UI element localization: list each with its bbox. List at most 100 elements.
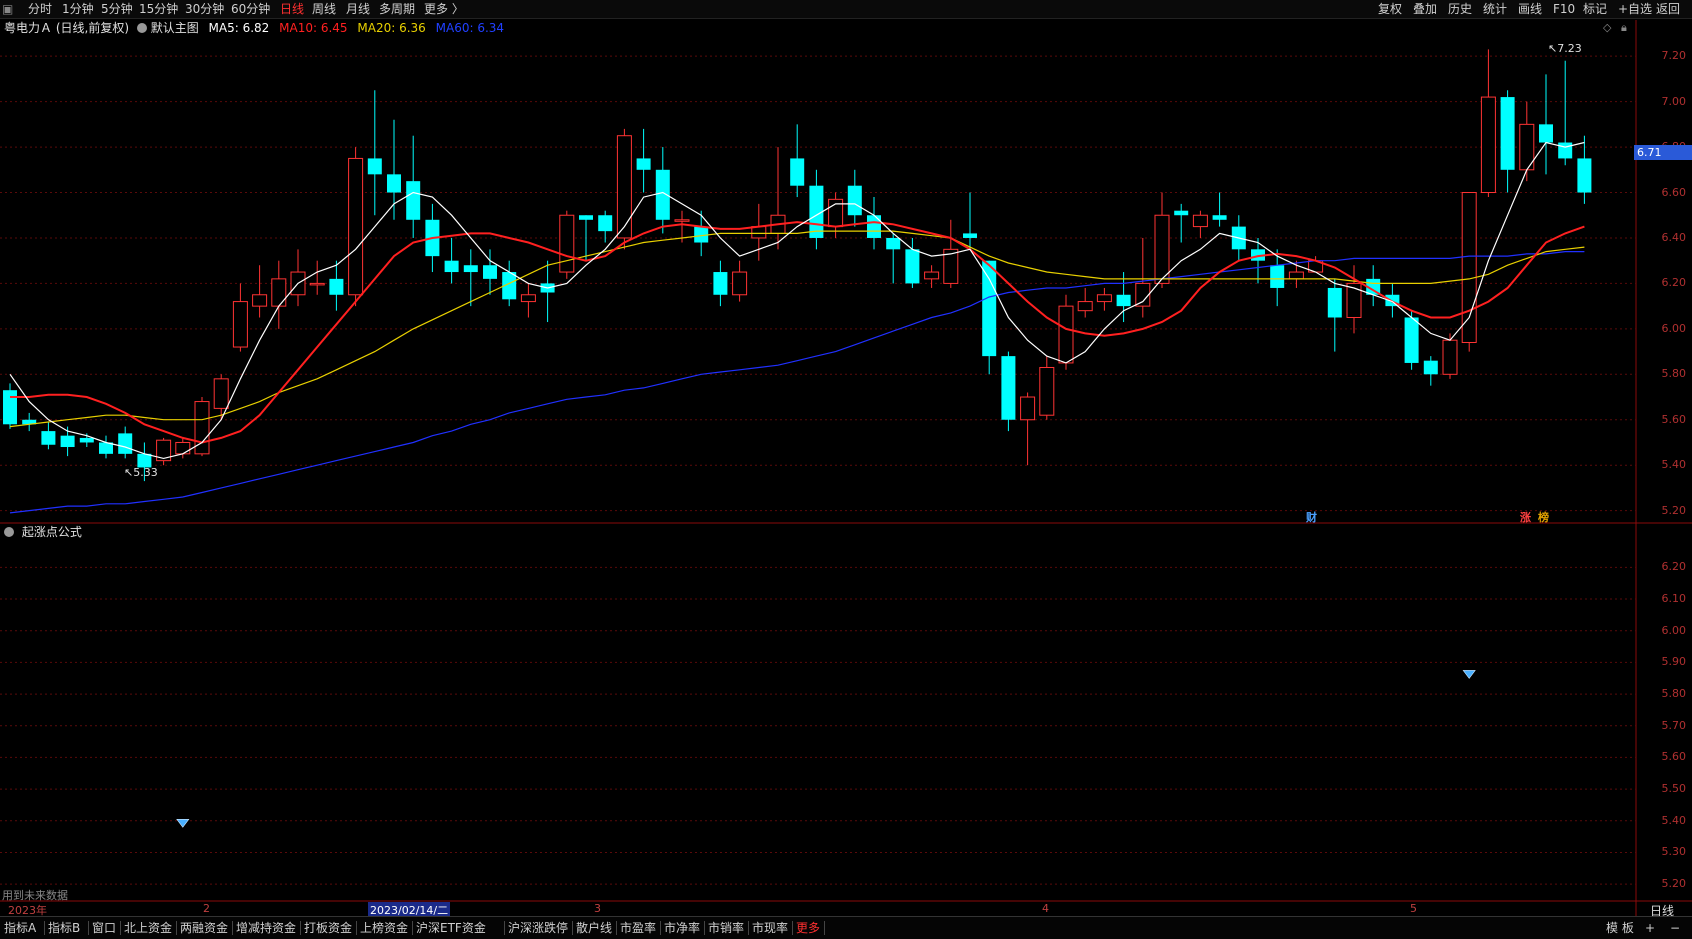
- tab-separator: [824, 921, 825, 935]
- candle: [252, 265, 268, 318]
- kline-chart[interactable]: [0, 0, 1692, 938]
- candle: [1327, 278, 1342, 352]
- candle-body-down: [1423, 360, 1438, 375]
- indicator-tab[interactable]: 上榜资金: [360, 920, 408, 936]
- candle: [329, 260, 344, 311]
- indicator-tab[interactable]: 市销率: [708, 920, 744, 936]
- candle-body-down: [1327, 287, 1342, 318]
- tab-separator: [792, 921, 793, 935]
- ma60-value: MA60: 6.34: [435, 21, 505, 35]
- tab-separator: [504, 921, 505, 935]
- indicator-tab[interactable]: 打板资金: [304, 920, 352, 936]
- candle-body-up: [213, 378, 229, 409]
- indicator-tab[interactable]: 市盈率: [620, 920, 656, 936]
- candle-body-down: [1116, 294, 1131, 307]
- candle: [616, 128, 632, 250]
- candle: [99, 435, 113, 459]
- sub-axis-tick: 6.00: [1661, 623, 1687, 637]
- candle-body-down: [444, 260, 459, 273]
- candle: [751, 203, 767, 261]
- candle: [1480, 49, 1496, 198]
- candle-body-down: [406, 181, 421, 220]
- stock-name[interactable]: 粤电力Ａ: [4, 21, 52, 35]
- candle-body-up: [1058, 305, 1074, 364]
- candle: [194, 397, 210, 457]
- sub-axis-tick: 5.90: [1661, 655, 1687, 669]
- candle: [1192, 210, 1208, 238]
- future-data-note: 用到未来数据: [2, 889, 68, 902]
- candle-body-up: [1461, 192, 1477, 343]
- indicator-tab[interactable]: 指标A: [4, 920, 36, 936]
- bottom-indicator-bar: 指标A 指标B 窗口 北上资金 两融资金 增减持资金 打板资金 上榜资金 沪深ETF资金 沪深涨跌…: [0, 916, 1692, 939]
- tab-separator: [660, 921, 661, 935]
- date-label-apr: 4: [1042, 902, 1049, 915]
- template-button[interactable]: 模 板: [1606, 920, 1634, 936]
- candle: [1174, 203, 1189, 243]
- candle-body-up: [309, 282, 325, 286]
- tab-separator: [300, 921, 301, 935]
- low-price-note: ↖5.33: [124, 466, 158, 479]
- candle: [559, 210, 575, 279]
- tab-separator: [176, 921, 177, 935]
- indicator-tab[interactable]: 北上资金: [124, 920, 172, 936]
- candle: [309, 260, 325, 295]
- lock-icon[interactable]: 🔒︎: [1621, 21, 1627, 35]
- low-arrow-icon: ↖: [124, 466, 134, 479]
- indicator-tab[interactable]: 市净率: [664, 920, 700, 936]
- candle-body-down: [60, 435, 75, 448]
- candle-body-down: [1174, 210, 1189, 216]
- ranking-marker[interactable]: 榜: [1538, 509, 1549, 525]
- candle-body-down: [598, 215, 613, 232]
- candle-body-down: [329, 278, 344, 295]
- indicator-tab[interactable]: 指标B: [48, 920, 80, 936]
- tab-separator: [88, 921, 89, 935]
- candle: [1039, 356, 1055, 420]
- candle: [1212, 192, 1227, 227]
- candle-body-up: [1192, 214, 1208, 228]
- indicator-tab[interactable]: 散户线: [576, 920, 612, 936]
- template-toggle-icon[interactable]: [136, 23, 147, 33]
- indicator-tab[interactable]: 窗口: [92, 920, 116, 936]
- main-axis-tick: 5.20: [1661, 503, 1687, 517]
- indicator-tab[interactable]: 更多: [796, 920, 820, 936]
- financial-report-marker[interactable]: 财: [1306, 509, 1317, 525]
- candle: [444, 237, 459, 284]
- candle-body-down: [118, 433, 133, 454]
- candle: [1500, 90, 1515, 193]
- indicator-tab[interactable]: 两融资金: [180, 920, 228, 936]
- indicator-toggle-icon[interactable]: [4, 527, 14, 537]
- candle-body-down: [3, 390, 17, 425]
- sub-axis-tick: 5.20: [1661, 877, 1687, 891]
- candle: [1058, 294, 1074, 370]
- main-axis-tick: 5.80: [1661, 367, 1687, 381]
- zoom-out-button[interactable]: −: [1670, 920, 1680, 936]
- candle-body-up: [732, 271, 748, 296]
- tab-separator: [44, 921, 45, 935]
- indicator-tab[interactable]: 沪深ETF资金: [416, 920, 486, 936]
- candle-body-down: [636, 158, 651, 170]
- main-axis-tick: 6.60: [1661, 185, 1687, 199]
- high-arrow-icon: ↖: [1548, 42, 1558, 55]
- candle-body-down: [847, 185, 862, 216]
- candle-body-down: [367, 158, 382, 175]
- zoom-in-button[interactable]: +: [1645, 920, 1655, 936]
- candle-body-down: [579, 215, 593, 220]
- main-axis-tick: 7.20: [1661, 49, 1687, 63]
- indicator-tab[interactable]: 增减持资金: [236, 920, 296, 936]
- diamond-icon[interactable]: ◇: [1603, 21, 1611, 34]
- template-label[interactable]: 默认主图: [151, 21, 199, 35]
- sub-axis-tick: 5.60: [1661, 750, 1687, 764]
- candle-body-down: [41, 431, 56, 445]
- candle-body-up: [1442, 339, 1458, 375]
- candle: [483, 249, 497, 295]
- candle: [636, 128, 651, 193]
- candle: [290, 249, 306, 307]
- candle-body-up: [1039, 366, 1055, 416]
- limit-up-marker[interactable]: 涨: [1520, 509, 1531, 525]
- indicator-name[interactable]: 起涨点公式: [22, 525, 82, 539]
- indicator-tab[interactable]: 沪深涨跌停: [508, 920, 568, 936]
- candle-body-up: [1154, 214, 1170, 284]
- candle-body-up: [1288, 271, 1304, 280]
- candle-body-up: [751, 226, 767, 239]
- indicator-tab[interactable]: 市现率: [752, 920, 788, 936]
